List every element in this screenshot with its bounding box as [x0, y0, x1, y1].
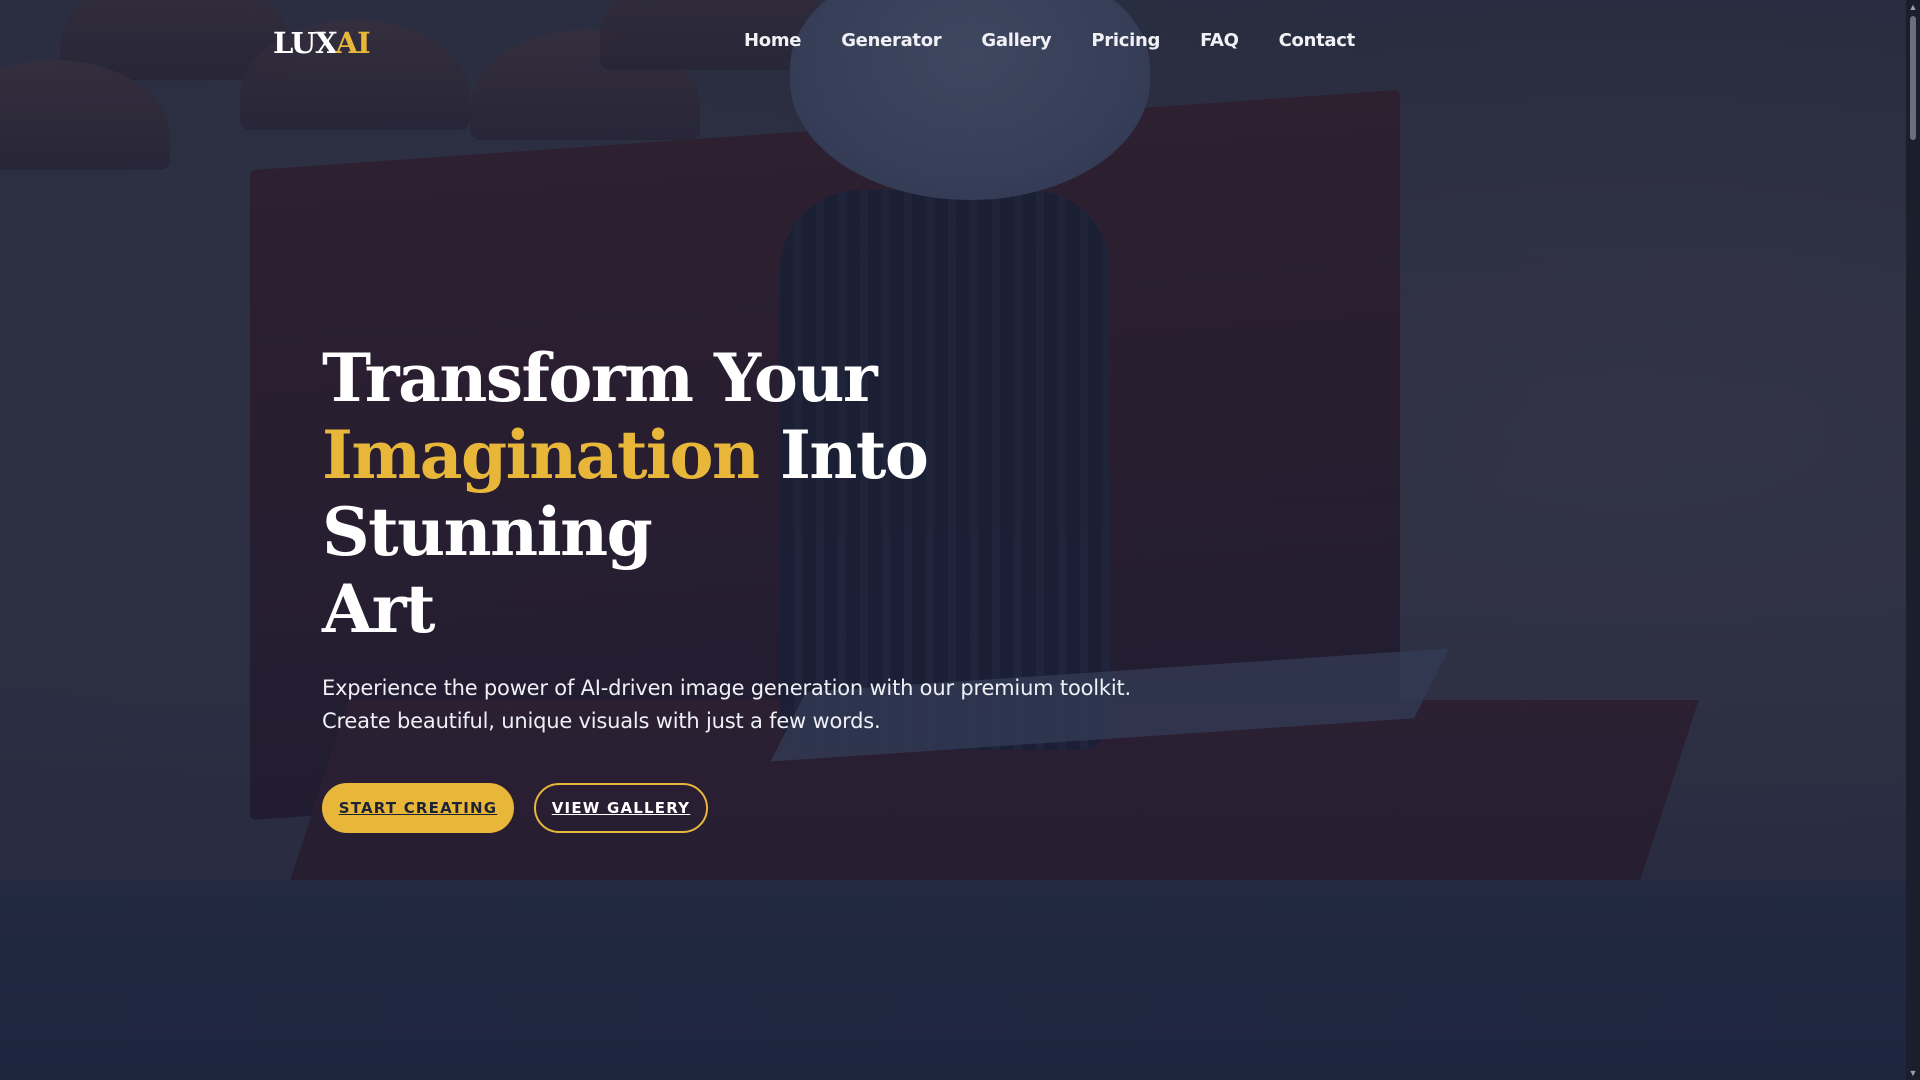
brand-logo[interactable]: LUXAI	[273, 26, 371, 60]
main-menu: Home Generator Gallery Pricing FAQ Conta…	[744, 30, 1395, 51]
hero-section: Transform Your Imagination Into Stunning…	[322, 340, 1222, 833]
logo-text: LUX	[273, 26, 337, 60]
hero-title-line3: Art	[322, 570, 435, 648]
hero-subtitle-line2: Create beautiful, unique visuals with ju…	[322, 709, 881, 733]
nav-link-generator[interactable]: Generator	[841, 30, 941, 51]
chevron-up-icon[interactable]: ▲	[1908, 2, 1918, 12]
start-creating-button[interactable]: START CREATING	[322, 783, 514, 833]
nav-link-gallery[interactable]: Gallery	[981, 30, 1051, 51]
logo-accent-text: AI	[335, 26, 371, 60]
top-navigation: LUXAI Home Generator Gallery Pricing FAQ…	[0, 22, 1910, 62]
nav-link-contact[interactable]: Contact	[1279, 30, 1356, 51]
hero-title-line1: Transform Your	[322, 339, 878, 417]
scrollbar-thumb[interactable]	[1910, 16, 1916, 140]
page-scrollbar[interactable]: ▲ ▼	[1906, 0, 1920, 1080]
nav-link-faq[interactable]: FAQ	[1200, 30, 1239, 51]
chevron-down-icon[interactable]: ▼	[1908, 1068, 1918, 1078]
nav-link-pricing[interactable]: Pricing	[1091, 30, 1160, 51]
hero-subtitle-line1: Experience the power of AI-driven image …	[322, 676, 1131, 700]
hero-actions: START CREATING VIEW GALLERY	[322, 783, 1222, 833]
hero-title: Transform Your Imagination Into Stunning…	[322, 340, 1222, 648]
hero-title-highlight: Imagination	[322, 416, 760, 494]
hero-subtitle: Experience the power of AI-driven image …	[322, 672, 1142, 738]
nav-link-home[interactable]: Home	[744, 30, 802, 51]
view-gallery-button[interactable]: VIEW GALLERY	[534, 783, 708, 833]
